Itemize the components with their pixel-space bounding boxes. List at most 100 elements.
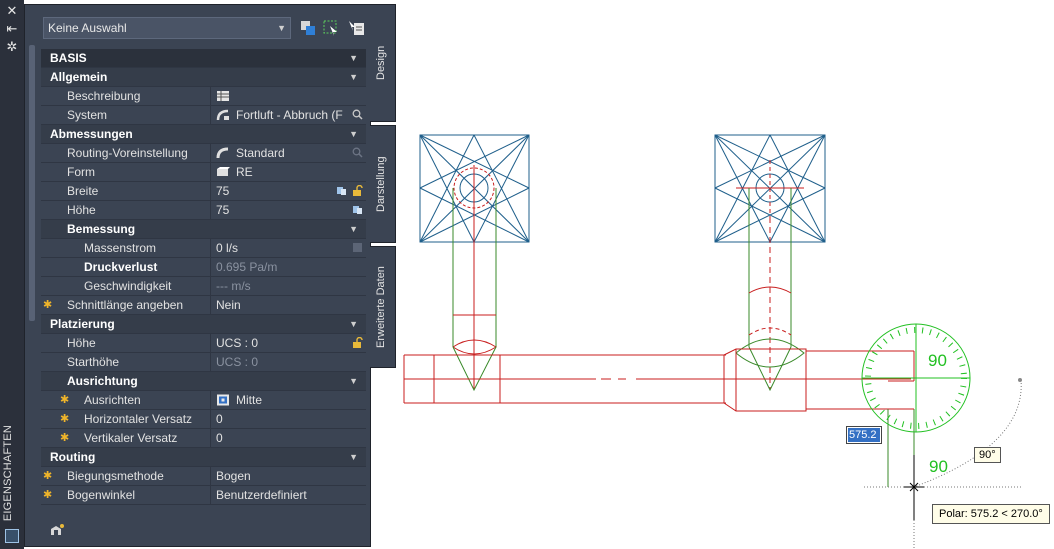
chevron-down-icon: ▼: [349, 376, 358, 386]
crosshair-cursor: [904, 455, 924, 520]
property-row-platzierung-hoehe[interactable]: Höhe UCS : 0: [41, 334, 366, 353]
property-value[interactable]: 75: [216, 201, 229, 220]
angle-compass: [861, 323, 971, 433]
drawing-canvas[interactable]: 90 90: [396, 125, 1054, 549]
property-label: System: [67, 108, 108, 122]
property-label: Starthöhe: [67, 355, 120, 369]
riser-right[interactable]: [735, 188, 805, 392]
property-value[interactable]: Nein: [216, 296, 241, 315]
justification-center-icon: [217, 394, 229, 406]
chevron-down-icon: ▼: [349, 224, 358, 234]
property-value[interactable]: Bogen: [216, 467, 251, 486]
property-row-system[interactable]: System Fortluft - Abbruch (F: [41, 106, 366, 125]
section-ausrichtung[interactable]: Ausrichtung ▼: [41, 372, 366, 391]
asterisk-icon: ✱: [43, 299, 53, 311]
property-row-vertikaler-versatz[interactable]: ✱ Vertikaler Versatz 0: [41, 429, 366, 448]
compass-label-bottom: 90: [929, 457, 948, 476]
search-icon[interactable]: [352, 147, 363, 158]
search-icon[interactable]: [352, 109, 363, 120]
select-objects-icon[interactable]: [322, 19, 340, 37]
property-value[interactable]: Fortluft - Abbruch (F: [236, 106, 343, 125]
snap-marker: [1018, 378, 1022, 382]
toggle-pickadd-icon[interactable]: [299, 19, 317, 37]
property-value[interactable]: UCS : 0: [216, 334, 258, 353]
property-label: Beschreibung: [67, 89, 141, 103]
property-row-bogenwinkel[interactable]: ✱ Bogenwinkel Benutzerdefiniert: [41, 486, 366, 505]
property-value[interactable]: Standard: [236, 144, 285, 163]
section-bemessung-label: Bemessung: [67, 222, 136, 236]
property-row-breite[interactable]: Breite 75: [41, 182, 366, 201]
property-row-geschwindigkeit[interactable]: Geschwindigkeit --- m/s: [41, 277, 366, 296]
section-platzierung-label: Platzierung: [50, 317, 115, 331]
routing-preference-icon: [216, 147, 229, 159]
asterisk-icon: ✱: [60, 394, 70, 406]
asterisk-icon: ✱: [60, 432, 70, 444]
property-value[interactable]: 0 l/s: [216, 239, 238, 258]
property-label: Bogenwinkel: [67, 488, 136, 502]
property-value[interactable]: 0: [216, 429, 223, 448]
section-abmessungen[interactable]: Abmessungen ▼: [41, 125, 366, 144]
diffuser-right[interactable]: [714, 134, 826, 243]
property-row-druckverlust[interactable]: Druckverlust 0.695 Pa/m: [41, 258, 366, 277]
property-row-biegungsmethode[interactable]: ✱ Biegungsmethode Bogen: [41, 467, 366, 486]
settings-icon[interactable]: ✲: [5, 40, 19, 54]
property-label: Vertikaler Versatz: [84, 431, 178, 445]
property-row-hoehe[interactable]: Höhe 75: [41, 201, 366, 220]
section-platzierung[interactable]: Platzierung ▼: [41, 315, 366, 334]
section-routing[interactable]: Routing ▼: [41, 448, 366, 467]
property-label: Ausrichten: [84, 393, 141, 407]
horizontal-duct[interactable]: [403, 348, 915, 487]
property-label: Breite: [67, 184, 99, 198]
vertical-scrollbar[interactable]: [29, 45, 35, 321]
calculator-icon[interactable]: [352, 242, 363, 253]
chevron-down-icon: ▼: [349, 452, 358, 462]
tab-darstellung[interactable]: Darstellung: [370, 125, 396, 243]
section-abmessungen-label: Abmessungen: [50, 127, 133, 141]
tab-design-label: Design: [375, 45, 387, 81]
add-selected-icon[interactable]: [49, 523, 65, 537]
property-value[interactable]: RE: [236, 163, 253, 182]
property-value[interactable]: Benutzerdefiniert: [216, 486, 307, 505]
duct-system-icon: [216, 109, 229, 121]
property-row-form[interactable]: Form RE: [41, 163, 366, 182]
property-row-starthoehe[interactable]: Starthöhe UCS : 0: [41, 353, 366, 372]
section-basis[interactable]: BASIS ▼: [41, 49, 366, 68]
selection-dropdown[interactable]: Keine Auswahl ▼: [43, 17, 291, 39]
dimension-input[interactable]: 575.2: [846, 426, 882, 444]
property-value: --- m/s: [216, 279, 251, 293]
palette-properties-icon[interactable]: [5, 529, 19, 543]
selection-dropdown-value: Keine Auswahl: [48, 21, 127, 35]
lock-open-icon[interactable]: [352, 185, 363, 196]
property-value[interactable]: 0: [216, 410, 223, 429]
rectangular-shape-icon: [217, 167, 230, 176]
riser-left[interactable]: [452, 165, 497, 392]
section-bemessung[interactable]: Bemessung ▼: [41, 220, 366, 239]
property-label: Form: [67, 165, 95, 179]
size-list-icon[interactable]: [352, 204, 363, 215]
property-row-horizontaler-versatz[interactable]: ✱ Horizontaler Versatz 0: [41, 410, 366, 429]
tab-design[interactable]: Design: [370, 4, 396, 122]
chevron-down-icon: ▼: [349, 129, 358, 139]
property-value[interactable]: 75: [216, 182, 229, 201]
description-table-icon[interactable]: [216, 90, 230, 102]
polar-tooltip: Polar: 575.2 < 270.0°: [932, 504, 1050, 524]
property-label: Massenstrom: [84, 241, 157, 255]
quick-select-icon[interactable]: [347, 19, 365, 37]
angle-input[interactable]: 90°: [974, 447, 1001, 463]
lock-open-icon[interactable]: [352, 337, 363, 348]
tab-erweiterte-daten[interactable]: Erweiterte Daten: [370, 246, 396, 368]
close-icon[interactable]: ✕: [5, 4, 19, 18]
compass-label-top: 90: [928, 351, 947, 370]
property-row-routing-voreinstellung[interactable]: Routing-Voreinstellung Standard: [41, 144, 366, 163]
property-value: 0.695 Pa/m: [216, 260, 278, 274]
property-row-ausrichten[interactable]: ✱ Ausrichten Mitte: [41, 391, 366, 410]
property-row-beschreibung[interactable]: Beschreibung: [41, 87, 366, 106]
section-allgemein[interactable]: Allgemein ▼: [41, 68, 366, 87]
autohide-icon[interactable]: ⇤: [5, 22, 19, 36]
property-value[interactable]: Mitte: [236, 391, 262, 410]
property-row-schnittlaenge[interactable]: ✱ Schnittlänge angeben Nein: [41, 296, 366, 315]
section-basis-label: BASIS: [50, 51, 87, 65]
property-row-massenstrom[interactable]: Massenstrom 0 l/s: [41, 239, 366, 258]
property-label: Höhe: [67, 203, 96, 217]
size-list-icon[interactable]: [336, 185, 347, 196]
